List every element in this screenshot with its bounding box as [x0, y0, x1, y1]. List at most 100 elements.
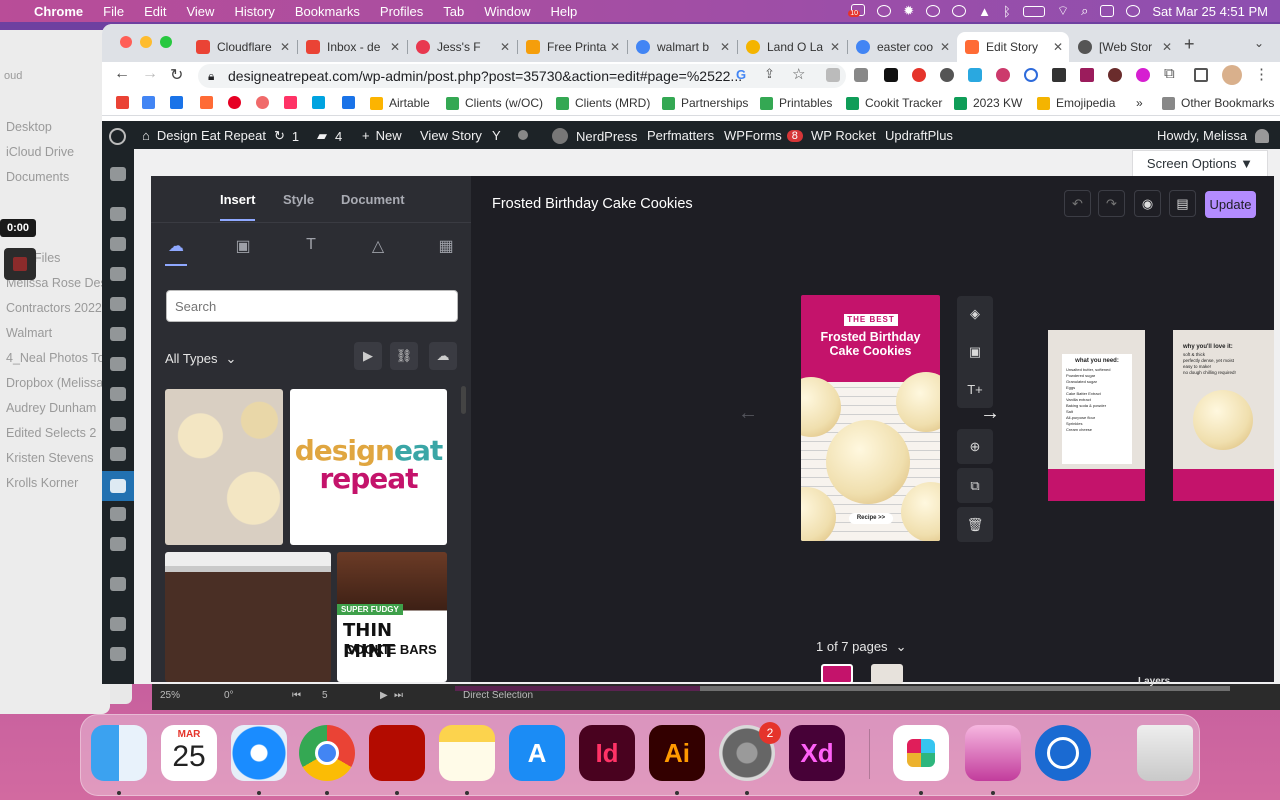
- shapes-icon[interactable]: △: [367, 236, 389, 255]
- bookmark-gmail[interactable]: [116, 96, 135, 109]
- app-store-icon[interactable]: A: [509, 725, 565, 781]
- extension-icon[interactable]: [1136, 68, 1150, 82]
- onepassword-status-icon[interactable]: [926, 5, 941, 17]
- bookmark-stories[interactable]: [200, 96, 219, 109]
- story-page-2[interactable]: what you need: Unsalted butter, softened…: [1048, 330, 1145, 501]
- preview-eye-icon[interactable]: ◉: [1134, 190, 1161, 217]
- bookmark-docs[interactable]: [142, 96, 161, 109]
- reload-icon[interactable]: ↻: [170, 65, 183, 85]
- page-thumbnail-2[interactable]: [871, 664, 903, 684]
- tab-inbox[interactable]: Inbox - de ✕: [298, 32, 406, 62]
- dashboard-icon[interactable]: [110, 167, 126, 181]
- finder-item[interactable]: Dropbox (Melissa: [6, 376, 103, 390]
- menu-edit[interactable]: Edit: [144, 4, 166, 19]
- menu-tab[interactable]: Tab: [443, 4, 464, 19]
- minimize-window-button[interactable]: [140, 36, 152, 48]
- web-stories-menu-active[interactable]: [102, 471, 134, 501]
- bookmark-meet[interactable]: [312, 96, 331, 109]
- rotation-angle[interactable]: 0°: [224, 690, 234, 701]
- page-count-dropdown[interactable]: 1 of 7 pages ⌄: [816, 639, 906, 655]
- artboard-number[interactable]: 5: [322, 690, 328, 701]
- next-page-icon[interactable]: ▶: [380, 690, 388, 701]
- media-scrollbar[interactable]: [461, 386, 466, 414]
- extension-icon[interactable]: [1080, 68, 1094, 82]
- wp-comments[interactable]: ▰ 4: [317, 128, 342, 144]
- tab-edit-story[interactable]: Edit Story ✕: [957, 32, 1069, 62]
- link-icon[interactable]: ⛓: [390, 342, 418, 370]
- finder-item[interactable]: Audrey Dunham: [6, 401, 96, 415]
- zoom-level[interactable]: 25%: [160, 690, 180, 701]
- video-icon[interactable]: ▶: [354, 342, 382, 370]
- calendar-icon[interactable]: MAR 25: [161, 725, 217, 781]
- recipe-link-button[interactable]: Recipe >>: [849, 513, 893, 524]
- acrobat-icon[interactable]: [369, 725, 425, 781]
- tab-style[interactable]: Style: [283, 192, 314, 207]
- close-tab-icon[interactable]: ✕: [280, 40, 290, 54]
- wp-updates[interactable]: ↻ 1: [274, 128, 299, 144]
- close-tab-icon[interactable]: ✕: [830, 40, 840, 54]
- vpn-icon[interactable]: [952, 5, 967, 17]
- bookmark-link[interactable]: [284, 96, 303, 109]
- maximize-window-button[interactable]: [160, 36, 172, 48]
- wp-nerdpress[interactable]: NerdPress: [552, 128, 637, 144]
- tab-search-chevron-icon[interactable]: ⌄: [1254, 36, 1264, 50]
- recording-stop-button[interactable]: [4, 248, 36, 280]
- spotlight-search-icon[interactable]: ⌕: [1081, 3, 1088, 19]
- close-tab-icon[interactable]: ✕: [500, 40, 510, 54]
- horizontal-scrollbar-track[interactable]: [700, 686, 1230, 691]
- links-icon[interactable]: [110, 297, 126, 311]
- wp-wpforms[interactable]: WPForms 8: [724, 128, 803, 143]
- chrome-menu-icon[interactable]: ⋮: [1254, 65, 1269, 83]
- finder-item[interactable]: Kristen Stevens: [6, 451, 94, 465]
- sidepanel-icon[interactable]: [1194, 68, 1208, 82]
- bookmark-other[interactable]: Other Bookmarks: [1162, 96, 1274, 110]
- indesign-icon[interactable]: Id: [579, 725, 635, 781]
- chrome-icon[interactable]: [299, 725, 355, 781]
- extensions-puzzle-icon[interactable]: ⧉: [1164, 65, 1175, 82]
- wp-perfmatters[interactable]: Perfmatters: [647, 128, 714, 143]
- control-center-icon[interactable]: [1100, 5, 1115, 17]
- horizontal-scrollbar[interactable]: [455, 686, 700, 691]
- bookmark-printables[interactable]: Printables: [760, 96, 832, 110]
- posts-icon[interactable]: [110, 207, 126, 221]
- tab-walmart-search[interactable]: walmart b ✕: [628, 32, 736, 62]
- new-tab-icon[interactable]: +: [1184, 34, 1195, 55]
- story-page-3[interactable]: why you'll love it: soft & thick perfect…: [1173, 330, 1274, 501]
- edit-icon[interactable]: [110, 387, 126, 401]
- chart-icon[interactable]: [110, 417, 126, 431]
- battery-icon[interactable]: [1022, 5, 1045, 17]
- finder-item-desktop[interactable]: Desktop: [6, 120, 52, 134]
- text-icon[interactable]: T: [300, 236, 322, 254]
- bookmark-pinterest[interactable]: [228, 96, 247, 109]
- bookmarks-overflow[interactable]: »: [1136, 96, 1143, 110]
- siri-icon[interactable]: [1126, 5, 1141, 17]
- duplicate-page-icon[interactable]: ⧉: [957, 468, 993, 503]
- bookmark-cookit-tracker[interactable]: Cookit Tracker: [846, 96, 942, 110]
- menu-file[interactable]: File: [103, 4, 124, 19]
- wp-new[interactable]: + New: [362, 128, 402, 143]
- bookmark-partnerships[interactable]: Partnerships: [662, 96, 748, 110]
- first-page-icon[interactable]: ⏮: [292, 690, 301, 701]
- slack-icon[interactable]: [893, 725, 949, 781]
- close-tab-icon[interactable]: ✕: [610, 40, 620, 54]
- tab-jess[interactable]: Jess's F ✕: [408, 32, 516, 62]
- bookmark-star-icon[interactable]: ☆: [792, 65, 805, 83]
- xd-icon[interactable]: Xd: [789, 725, 845, 781]
- update-button[interactable]: Update: [1205, 191, 1256, 218]
- close-tab-icon[interactable]: ✕: [390, 40, 400, 54]
- menu-window[interactable]: Window: [484, 4, 530, 19]
- wp-howdy[interactable]: Howdy, Melissa: [1157, 128, 1270, 143]
- extension-icon[interactable]: [1052, 68, 1066, 82]
- wifi-icon[interactable]: ⌔: [1057, 3, 1069, 19]
- screenshot-extension-icon[interactable]: [854, 68, 868, 82]
- finder-icon[interactable]: [91, 725, 147, 781]
- close-tab-icon[interactable]: ✕: [1053, 40, 1063, 54]
- forms-icon[interactable]: [110, 537, 126, 551]
- extension-icon[interactable]: [1108, 68, 1122, 82]
- tab-insert[interactable]: Insert: [220, 192, 255, 207]
- menu-bookmarks[interactable]: Bookmarks: [295, 4, 360, 19]
- recipes-icon[interactable]: [110, 507, 126, 521]
- finder-item[interactable]: Contractors 2022: [6, 301, 102, 315]
- media-thumb-thin-mint[interactable]: SUPER FUDGY THIN MINT COOKIE BARS: [337, 552, 447, 682]
- tab-land-o-lakes[interactable]: Land O La ✕: [738, 32, 846, 62]
